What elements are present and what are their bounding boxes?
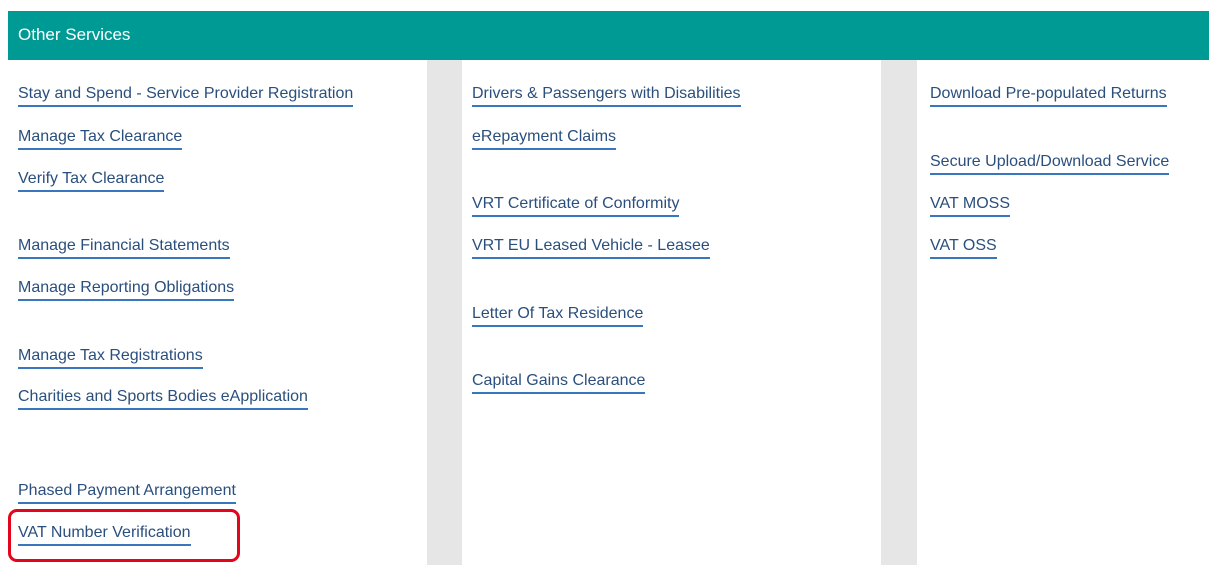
- link-download-prepopulated-returns[interactable]: Download Pre-populated Returns: [930, 84, 1167, 107]
- link-vat-moss[interactable]: VAT MOSS: [930, 194, 1011, 217]
- link-verify-tax-clearance[interactable]: Verify Tax Clearance: [18, 169, 165, 192]
- other-services-page: Other Services Stay and Spend - Service …: [0, 0, 1209, 565]
- services-column-1: Stay and Spend - Service Provider Regist…: [8, 60, 427, 565]
- section-title: Other Services: [18, 25, 131, 44]
- section-header: Other Services: [8, 11, 1209, 60]
- services-column-2: Drivers & Passengers with Disabilities e…: [462, 60, 881, 565]
- link-charities-sports-bodies[interactable]: Charities and Sports Bodies eApplication: [18, 387, 308, 410]
- link-erepayment-claims[interactable]: eRepayment Claims: [472, 127, 617, 150]
- link-letter-of-tax-residence[interactable]: Letter Of Tax Residence: [472, 304, 644, 327]
- link-drivers-passengers-disabilities[interactable]: Drivers & Passengers with Disabilities: [472, 84, 741, 107]
- services-column-3: Download Pre-populated Returns Secure Up…: [917, 60, 1209, 565]
- link-vat-number-verification[interactable]: VAT Number Verification: [18, 523, 191, 546]
- link-vat-oss[interactable]: VAT OSS: [930, 236, 997, 259]
- link-vrt-certificate-of-conformity[interactable]: VRT Certificate of Conformity: [472, 194, 680, 217]
- link-vrt-eu-leased-vehicle[interactable]: VRT EU Leased Vehicle - Leasee: [472, 236, 710, 259]
- link-manage-tax-clearance[interactable]: Manage Tax Clearance: [18, 127, 183, 150]
- link-manage-tax-registrations[interactable]: Manage Tax Registrations: [18, 346, 203, 369]
- link-capital-gains-clearance[interactable]: Capital Gains Clearance: [472, 371, 646, 394]
- link-manage-financial-statements[interactable]: Manage Financial Statements: [18, 236, 230, 259]
- link-stay-and-spend[interactable]: Stay and Spend - Service Provider Regist…: [18, 84, 354, 107]
- link-secure-upload-download[interactable]: Secure Upload/Download Service: [930, 152, 1170, 175]
- column-divider: [881, 60, 917, 565]
- column-divider: [427, 60, 462, 565]
- link-manage-reporting-obligations[interactable]: Manage Reporting Obligations: [18, 278, 235, 301]
- link-phased-payment-arrangement[interactable]: Phased Payment Arrangement: [18, 481, 236, 504]
